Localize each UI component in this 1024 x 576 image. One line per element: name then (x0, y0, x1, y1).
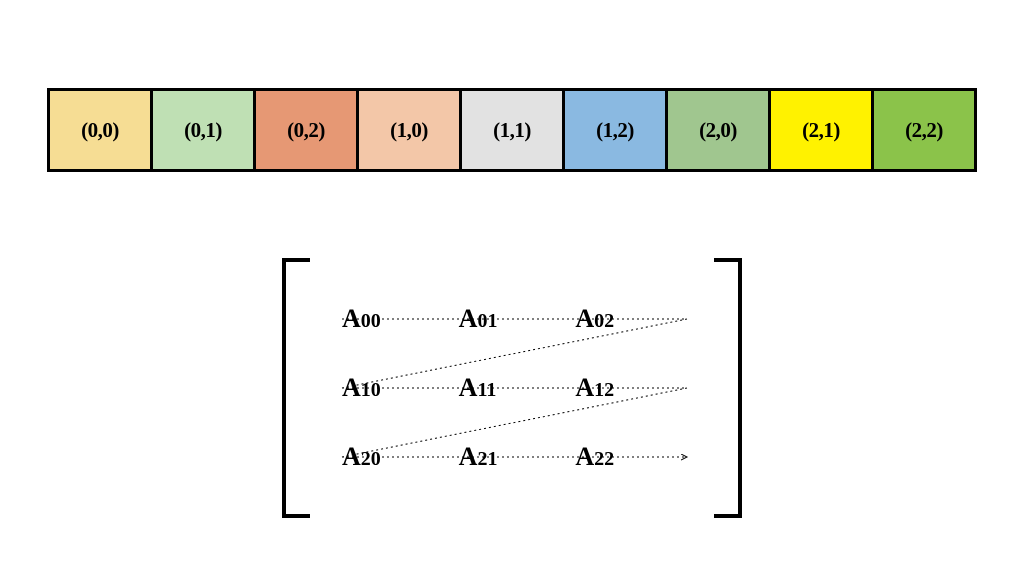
matrix-element: A22 (575, 442, 614, 472)
array-cell: (0,0) (50, 91, 150, 169)
array-cell: (2,0) (665, 91, 768, 169)
matrix-element: A00 (342, 304, 381, 334)
matrix-element: A11 (459, 373, 497, 403)
array-cell: (1,1) (459, 91, 562, 169)
array-cell: (1,0) (356, 91, 459, 169)
array-cell: (2,1) (768, 91, 871, 169)
matrix-element: A20 (342, 442, 381, 472)
array-cell: (0,2) (253, 91, 356, 169)
matrix-element: A01 (459, 304, 498, 334)
matrix-grid: A00 A01 A02 A10 A11 A12 A20 A21 A22 (342, 284, 692, 492)
matrix-element: A10 (342, 373, 381, 403)
array-cell: (0,1) (150, 91, 253, 169)
linear-array: (0,0)(0,1)(0,2)(1,0)(1,1)(1,2)(2,0)(2,1)… (47, 88, 977, 172)
array-cell: (1,2) (562, 91, 665, 169)
matrix-element: A12 (575, 373, 614, 403)
matrix-element: A21 (459, 442, 498, 472)
matrix: A00 A01 A02 A10 A11 A12 A20 A21 A22 (282, 258, 742, 518)
matrix-element: A02 (575, 304, 614, 334)
array-cell: (2,2) (871, 91, 974, 169)
